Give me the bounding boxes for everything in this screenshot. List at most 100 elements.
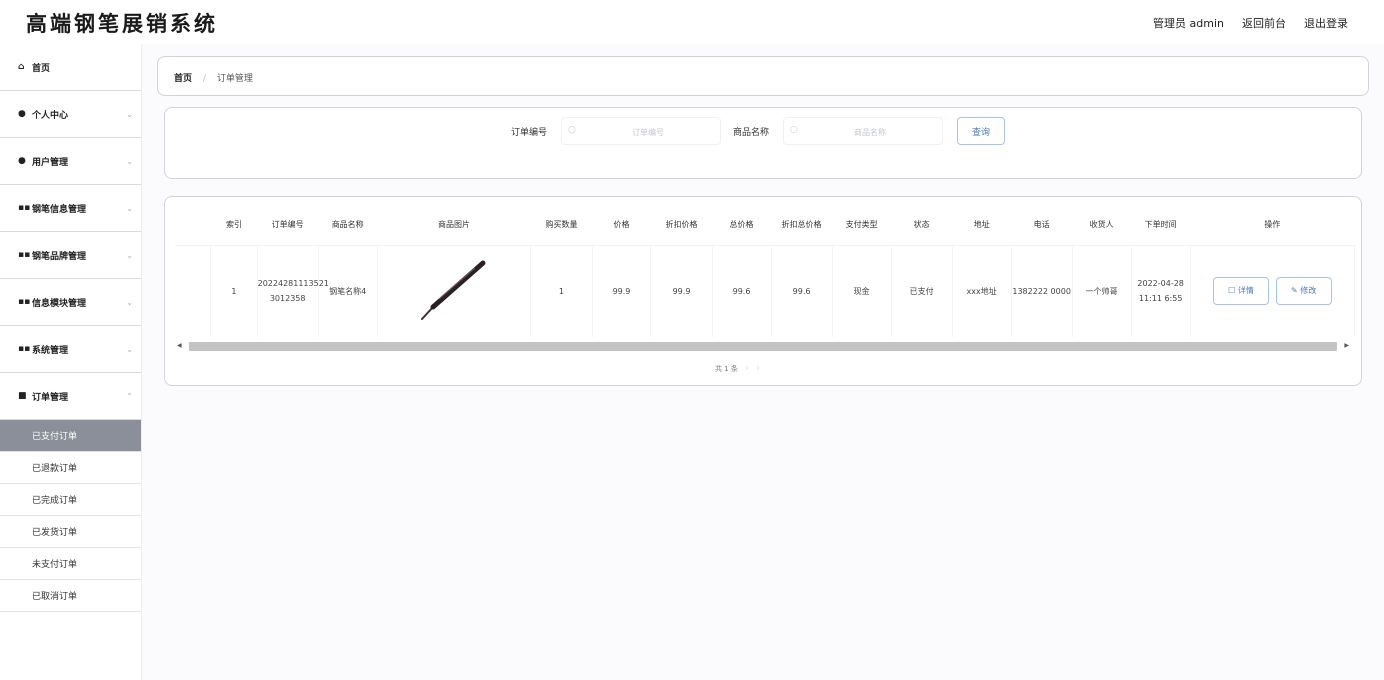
back-to-frontend-link[interactable]: 返回前台 bbox=[1242, 15, 1286, 31]
column-header: 收货人 bbox=[1072, 205, 1132, 246]
breadcrumb-separator: / bbox=[202, 74, 206, 84]
cell-receiver: 一个帅哥 bbox=[1072, 245, 1132, 337]
sidebar-item-label: 用户管理 bbox=[32, 157, 69, 168]
column-header: 地址 bbox=[952, 205, 1012, 246]
detail-button-label: 详情 bbox=[1237, 286, 1254, 296]
cell-quantity: 1 bbox=[530, 245, 593, 337]
home-icon: ⌂ bbox=[18, 62, 25, 72]
sidebar-item-system[interactable]: ▪▪ 系统管理 ⌄ bbox=[0, 326, 141, 373]
sidebar-subitem-shipped-orders[interactable]: 已发货订单 bbox=[0, 516, 141, 548]
column-header: 电话 bbox=[1011, 205, 1073, 246]
search-icon: ○ bbox=[790, 125, 798, 135]
grid-icon: ▪▪ bbox=[18, 344, 31, 354]
order-icon: ■ bbox=[18, 391, 27, 401]
cell-address: xxx地址 bbox=[952, 245, 1012, 337]
app-title: 高端钢笔展销系统 bbox=[26, 11, 218, 36]
column-header: 状态 bbox=[891, 205, 953, 246]
orders-table-panel: 索引 订单编号 商品名称 商品图片 购买数量 价格 折扣价格 总价格 折扣总价格… bbox=[164, 196, 1362, 386]
grid-icon: ▪▪ bbox=[18, 297, 31, 307]
prev-page-icon[interactable]: ‹ bbox=[746, 364, 749, 374]
chevron-down-icon: ⌄ bbox=[126, 251, 133, 260]
cell-actions: ☐ 详情 ✎ 修改 bbox=[1190, 245, 1356, 337]
pagination: 共 1 条 ‹ › bbox=[715, 364, 760, 374]
sidebar-item-label: 订单管理 bbox=[32, 392, 69, 403]
sidebar-item-pen-info[interactable]: ▪▪ 钢笔信息管理 ⌄ bbox=[0, 185, 141, 232]
orders-table: 索引 订单编号 商品名称 商品图片 购买数量 价格 折扣价格 总价格 折扣总价格… bbox=[175, 205, 1356, 337]
order-no-field: ○ bbox=[561, 117, 721, 145]
order-no-label: 订单编号 bbox=[511, 128, 548, 138]
scroll-right-icon[interactable]: ▶ bbox=[1344, 342, 1349, 349]
edit-button-label: 修改 bbox=[1300, 286, 1317, 296]
logout-link[interactable]: 退出登录 bbox=[1304, 15, 1348, 31]
column-header: 订单编号 bbox=[257, 205, 319, 246]
order-no-input[interactable] bbox=[582, 122, 714, 142]
chevron-down-icon: ⌄ bbox=[126, 204, 133, 213]
breadcrumb-home-link[interactable]: 首页 bbox=[174, 74, 192, 84]
search-icon: ○ bbox=[568, 125, 576, 135]
sidebar-item-profile[interactable]: ● 个人中心 ⌄ bbox=[0, 91, 141, 138]
cell-pay-type: 现金 bbox=[832, 245, 892, 337]
column-header: 价格 bbox=[592, 205, 651, 246]
edit-button[interactable]: ✎ 修改 bbox=[1275, 277, 1332, 306]
sidebar-item-info-module[interactable]: ▪▪ 信息模块管理 ⌄ bbox=[0, 279, 141, 326]
table-row: 1 20224281113521 3012358 钢笔名称4 1 99.9 99… bbox=[175, 245, 1356, 337]
users-icon: ● bbox=[18, 156, 26, 166]
column-header: 购买数量 bbox=[530, 205, 592, 246]
sidebar-subitem-unpaid-orders[interactable]: 未支付订单 bbox=[0, 548, 141, 580]
sidebar-item-pen-brand[interactable]: ▪▪ 钢笔品牌管理 ⌄ bbox=[0, 232, 141, 279]
product-name-input[interactable] bbox=[804, 122, 936, 142]
column-header: 支付类型 bbox=[832, 205, 892, 246]
cell-product-name: 钢笔名称4 bbox=[318, 245, 378, 337]
column-header: 商品图片 bbox=[377, 205, 531, 246]
query-button[interactable]: 查询 bbox=[957, 117, 1005, 145]
detail-icon: ☐ bbox=[1228, 286, 1238, 296]
sidebar-subitem-cancelled-orders[interactable]: 已取消订单 bbox=[0, 580, 141, 612]
sidebar-item-label: 钢笔信息管理 bbox=[32, 204, 87, 215]
cell-discount-total: 99.6 bbox=[771, 245, 833, 337]
horizontal-scrollbar[interactable]: ◀ ▶ bbox=[177, 339, 1349, 353]
detail-button[interactable]: ☐ 详情 bbox=[1213, 277, 1270, 306]
column-header: 索引 bbox=[210, 205, 258, 246]
sidebar-item-users[interactable]: ● 用户管理 ⌄ bbox=[0, 138, 141, 185]
header-actions: 管理员 admin 返回前台 退出登录 bbox=[1153, 15, 1348, 31]
sidebar-item-label: 系统管理 bbox=[32, 345, 69, 356]
edit-icon: ✎ bbox=[1290, 286, 1301, 296]
breadcrumb: 首页 / 订单管理 bbox=[157, 56, 1369, 96]
sidebar-item-home[interactable]: ⌂ 首页 bbox=[0, 44, 141, 91]
sidebar-item-label: 钢笔品牌管理 bbox=[32, 251, 87, 262]
cell-discount-price: 99.9 bbox=[650, 245, 713, 337]
cell-phone: 1382222 0000 bbox=[1011, 245, 1073, 337]
column-header: 折扣价格 bbox=[650, 205, 713, 246]
cell-index: 1 bbox=[210, 245, 258, 337]
sidebar-subitem-refunded-orders[interactable]: 已退款订单 bbox=[0, 452, 141, 484]
grid-icon: ▪▪ bbox=[18, 250, 31, 260]
cell-total: 99.6 bbox=[712, 245, 772, 337]
sidebar-subitem-completed-orders[interactable]: 已完成订单 bbox=[0, 484, 141, 516]
pagination-total: 共 1 条 bbox=[715, 365, 738, 373]
scroll-left-icon[interactable]: ◀ bbox=[177, 342, 182, 349]
cell-product-image bbox=[377, 245, 532, 337]
next-page-icon[interactable]: › bbox=[757, 364, 760, 374]
column-header: 总价格 bbox=[712, 205, 772, 246]
sidebar-item-orders[interactable]: ■ 订单管理 ⌃ bbox=[0, 373, 141, 420]
sidebar: ⌂ 首页 ● 个人中心 ⌄ ● 用户管理 ⌄ ▪▪ 钢笔信息管理 ⌄ ▪▪ 钢笔… bbox=[0, 44, 142, 680]
search-panel: 订单编号 ○ 商品名称 ○ 查询 bbox=[164, 107, 1362, 179]
sidebar-item-label: 首页 bbox=[32, 63, 51, 74]
sidebar-item-label: 信息模块管理 bbox=[32, 298, 87, 309]
top-bar: 高端钢笔展销系统 管理员 admin 返回前台 退出登录 bbox=[0, 0, 1384, 44]
table-header-row: 索引 订单编号 商品名称 商品图片 购买数量 价格 折扣价格 总价格 折扣总价格… bbox=[175, 205, 1355, 246]
breadcrumb-current: 订单管理 bbox=[216, 74, 253, 84]
chevron-down-icon: ⌄ bbox=[126, 157, 133, 166]
chevron-down-icon: ⌄ bbox=[126, 345, 133, 354]
sidebar-subitem-paid-orders[interactable]: 已支付订单 bbox=[0, 420, 141, 452]
row-checkbox-cell[interactable] bbox=[175, 245, 212, 337]
column-header-checkbox bbox=[175, 205, 211, 246]
product-name-field: ○ bbox=[783, 117, 943, 145]
cell-status: 已支付 bbox=[891, 245, 953, 337]
chevron-up-icon: ⌃ bbox=[126, 392, 133, 401]
column-header: 折扣总价格 bbox=[771, 205, 833, 246]
cell-price: 99.9 bbox=[592, 245, 652, 337]
scrollbar-thumb[interactable] bbox=[189, 342, 1337, 351]
chevron-down-icon: ⌄ bbox=[126, 110, 133, 119]
grid-icon: ▪▪ bbox=[18, 203, 31, 213]
